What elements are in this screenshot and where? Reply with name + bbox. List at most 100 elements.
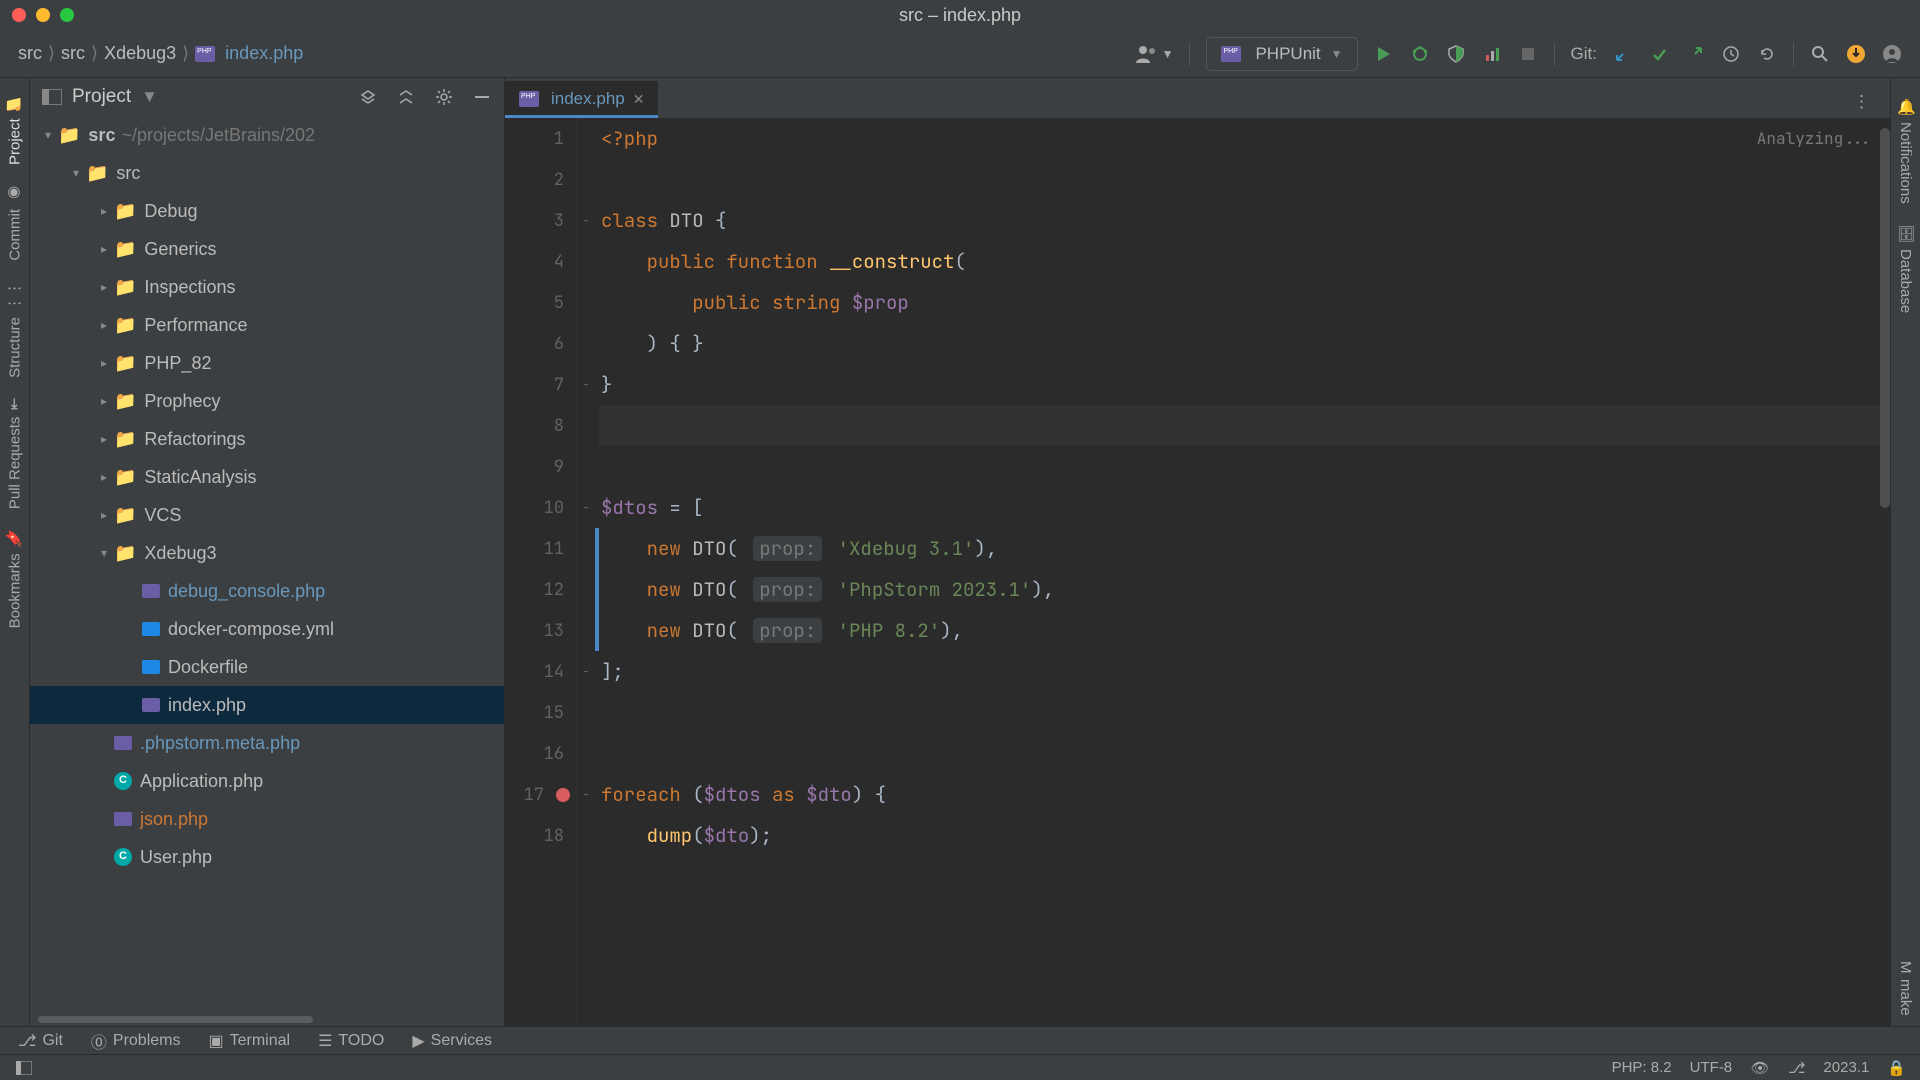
code-line[interactable]: ];: [599, 651, 1890, 692]
tree-item-performance[interactable]: ▸📁Performance: [30, 306, 504, 344]
services-tab[interactable]: ▶Services: [412, 1031, 492, 1051]
line-gutter[interactable]: 123456789101112131415161718: [505, 118, 577, 1026]
make-tool-tab[interactable]: Mmake: [1893, 951, 1918, 1026]
line-number[interactable]: 6: [505, 323, 576, 364]
scrollbar-thumb[interactable]: [1880, 128, 1890, 508]
fold-marker[interactable]: [577, 610, 595, 651]
code-line[interactable]: public string $prop: [599, 282, 1890, 323]
tree-item-application-php[interactable]: Application.php: [30, 762, 504, 800]
line-number[interactable]: 4: [505, 241, 576, 282]
line-number[interactable]: 9: [505, 446, 576, 487]
line-number[interactable]: 16: [505, 733, 576, 774]
run-config-select[interactable]: PHPUnit ▼: [1206, 37, 1357, 71]
tool-windows-button[interactable]: [14, 1058, 34, 1078]
revert-button[interactable]: [1757, 44, 1777, 64]
code-line[interactable]: public function __construct(: [599, 241, 1890, 282]
code-line[interactable]: [599, 159, 1890, 200]
tree-item-json-php[interactable]: json.php: [30, 800, 504, 838]
scrollbar-thumb[interactable]: [38, 1016, 313, 1023]
todo-tab[interactable]: ☰TODO: [318, 1031, 384, 1051]
breakpoint-icon[interactable]: [556, 788, 570, 802]
tree-item-src[interactable]: ▾📁src: [30, 154, 504, 192]
project-tree[interactable]: ▾📁src~/projects/JetBrains/202▾📁src▸📁Debu…: [30, 116, 504, 1016]
maximize-window-button[interactable]: [60, 8, 74, 22]
project-dropdown[interactable]: ▼: [141, 87, 158, 107]
editor-scrollbar[interactable]: [1880, 118, 1890, 1026]
tree-item-inspections[interactable]: ▸📁Inspections: [30, 268, 504, 306]
visibility-icon[interactable]: 👁: [1750, 1058, 1770, 1078]
hide-panel-button[interactable]: [472, 87, 492, 107]
fold-marker[interactable]: [577, 323, 595, 364]
fold-marker[interactable]: −: [577, 200, 595, 241]
code-line[interactable]: ) { }: [599, 323, 1890, 364]
code-editor[interactable]: 123456789101112131415161718 −−−−− Analyz…: [505, 118, 1890, 1026]
bookmarks-tool-tab[interactable]: Bookmarks🔖: [2, 519, 28, 638]
profile-button[interactable]: [1482, 44, 1502, 64]
tree-item--phpstorm-meta-php[interactable]: .phpstorm.meta.php: [30, 724, 504, 762]
database-tool-tab[interactable]: 🗄Database: [1893, 214, 1919, 323]
line-number[interactable]: 17: [505, 774, 576, 815]
pullrequests-tool-tab[interactable]: Pull Requests⇤: [2, 388, 28, 519]
tree-root[interactable]: ▾📁src~/projects/JetBrains/202: [30, 116, 504, 154]
tab-menu-button[interactable]: ⋮: [1843, 86, 1880, 118]
search-button[interactable]: [1810, 44, 1830, 64]
tree-item-debug-console-php[interactable]: debug_console.php: [30, 572, 504, 610]
line-number[interactable]: 2: [505, 159, 576, 200]
stop-button[interactable]: [1518, 44, 1538, 64]
fold-marker[interactable]: [577, 159, 595, 200]
fold-gutter[interactable]: −−−−−: [577, 118, 595, 1026]
breadcrumb-file[interactable]: index.php: [225, 43, 303, 64]
git-push-button[interactable]: [1685, 44, 1705, 64]
tree-item-vcs[interactable]: ▸📁VCS: [30, 496, 504, 534]
git-pull-button[interactable]: [1613, 44, 1633, 64]
tree-item-prophecy[interactable]: ▸📁Prophecy: [30, 382, 504, 420]
code-line[interactable]: [599, 446, 1890, 487]
code-line[interactable]: new DTO( prop: 'PhpStorm 2023.1'),: [599, 569, 1890, 610]
tree-item-user-php[interactable]: User.php: [30, 838, 504, 876]
fold-marker[interactable]: −: [577, 651, 595, 692]
editor-tab[interactable]: index.php ✕: [505, 81, 658, 118]
code-line[interactable]: [599, 733, 1890, 774]
fold-marker[interactable]: −: [577, 364, 595, 405]
line-number[interactable]: 15: [505, 692, 576, 733]
sync-button[interactable]: [1846, 44, 1866, 64]
line-number[interactable]: 5: [505, 282, 576, 323]
code-line[interactable]: foreach ($dtos as $dto) {: [599, 774, 1890, 815]
fold-marker[interactable]: [577, 733, 595, 774]
commit-tool-tab[interactable]: Commit◉: [2, 175, 28, 271]
tree-item-refactorings[interactable]: ▸📁Refactorings: [30, 420, 504, 458]
code-body[interactable]: Analyzing... <?php class DTO { public fu…: [599, 118, 1890, 1026]
fold-marker[interactable]: −: [577, 487, 595, 528]
php-version[interactable]: PHP: 8.2: [1612, 1059, 1672, 1076]
line-number[interactable]: 12: [505, 569, 576, 610]
tree-item-php-82[interactable]: ▸📁PHP_82: [30, 344, 504, 382]
tree-item-xdebug3[interactable]: ▾📁Xdebug3: [30, 534, 504, 572]
breadcrumb-item[interactable]: src: [61, 43, 85, 64]
git-tab[interactable]: ⎇Git: [18, 1031, 63, 1051]
coverage-button[interactable]: [1446, 44, 1466, 64]
ide-version[interactable]: 2023.1: [1823, 1059, 1869, 1076]
code-line[interactable]: }: [599, 364, 1890, 405]
notifications-tool-tab[interactable]: 🔔Notifications: [1893, 88, 1919, 214]
lock-icon[interactable]: 🔒: [1887, 1059, 1906, 1077]
line-number[interactable]: 14: [505, 651, 576, 692]
tree-item-dockerfile[interactable]: Dockerfile: [30, 648, 504, 686]
line-number[interactable]: 13: [505, 610, 576, 651]
code-line[interactable]: [599, 405, 1890, 446]
tree-item-debug[interactable]: ▸📁Debug: [30, 192, 504, 230]
branch-icon[interactable]: ⎇: [1788, 1059, 1805, 1077]
breadcrumb[interactable]: src ⟩ src ⟩ Xdebug3 ⟩ index.php: [18, 43, 303, 64]
tree-item-generics[interactable]: ▸📁Generics: [30, 230, 504, 268]
line-number[interactable]: 10: [505, 487, 576, 528]
line-number[interactable]: 1: [505, 118, 576, 159]
minimize-window-button[interactable]: [36, 8, 50, 22]
fold-marker[interactable]: [577, 528, 595, 569]
breadcrumb-item[interactable]: Xdebug3: [104, 43, 176, 64]
expand-all-button[interactable]: [396, 87, 416, 107]
code-line[interactable]: class DTO {: [599, 200, 1890, 241]
run-button[interactable]: [1374, 44, 1394, 64]
code-line[interactable]: new DTO( prop: 'PHP 8.2'),: [599, 610, 1890, 651]
code-line[interactable]: [599, 692, 1890, 733]
tree-item-staticanalysis[interactable]: ▸📁StaticAnalysis: [30, 458, 504, 496]
fold-marker[interactable]: [577, 446, 595, 487]
